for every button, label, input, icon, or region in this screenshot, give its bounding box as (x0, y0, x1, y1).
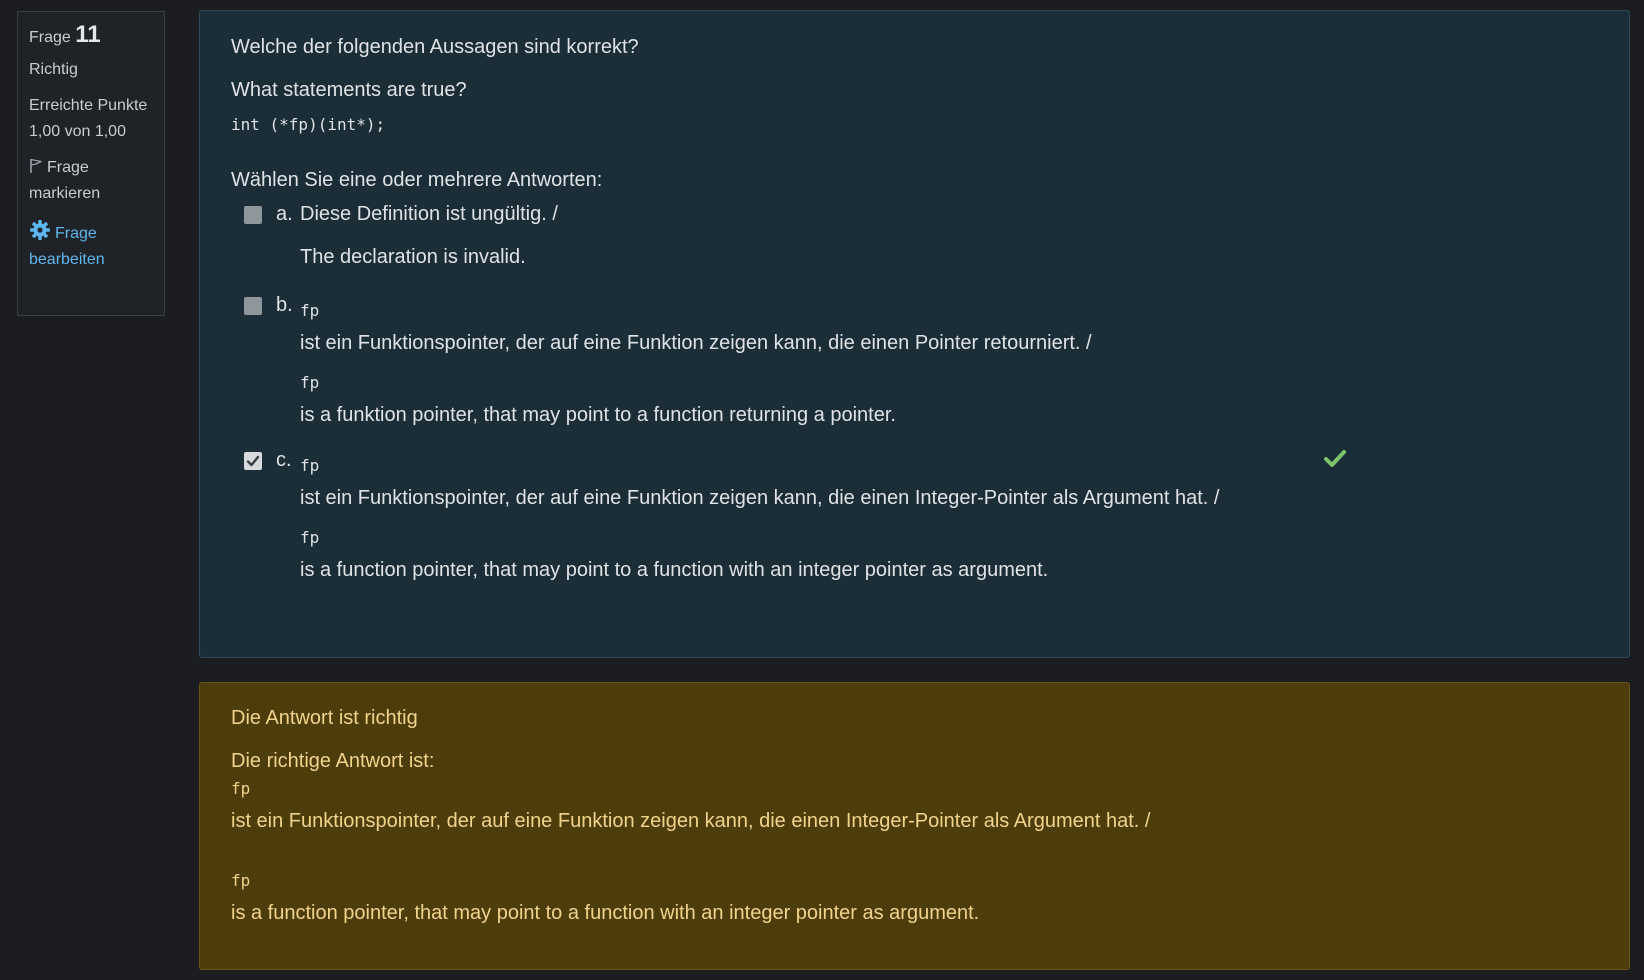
flag-icon (29, 157, 43, 173)
answer-a-text-de: Diese Definition ist ungültig. / (300, 203, 558, 225)
answer-c-checkbox[interactable] (244, 452, 262, 470)
question-content: Welche der folgenden Aussagen sind korre… (199, 10, 1630, 658)
correct-check-icon (1323, 446, 1347, 470)
answer-letter: a. (276, 203, 293, 225)
flag-question-link[interactable]: Frage markieren (29, 155, 153, 207)
right-answer-code-en: fp (231, 871, 251, 890)
right-answer-code-de: fp (231, 779, 251, 798)
answer-option-c: c. fp ist ein Funktionspointer, der auf … (231, 446, 1598, 584)
answer-a-checkbox[interactable] (244, 206, 262, 224)
answer-option-a: a. Diese Definition ist ungültig. / The … (231, 200, 1598, 271)
checkbox-icon (246, 455, 260, 467)
right-answer-text-de: ist ein Funktionspointer, der auf eine F… (231, 810, 1151, 832)
answer-b-code-de: fp (300, 301, 320, 320)
answer-b-text-de: ist ein Funktionspointer, der auf eine F… (300, 332, 1092, 354)
answer-c-code-de: fp (300, 456, 320, 475)
answer-c-code-en: fp (300, 528, 320, 547)
answer-b-code-en: fp (300, 373, 320, 392)
answer-letter: b. (276, 294, 293, 316)
question-label: Frage (29, 29, 71, 46)
answer-prompt: Wählen Sie eine oder mehrere Antworten: (231, 169, 603, 191)
question-state: Richtig (29, 61, 78, 78)
answer-c-body: fp ist ein Funktionspointer, der auf ein… (300, 446, 1219, 584)
feedback-box: Die Antwort ist richtig Die richtige Ant… (199, 682, 1630, 970)
question-text-de: Welche der folgenden Aussagen sind korre… (231, 36, 639, 58)
right-answer-text-en: is a function pointer, that may point to… (231, 902, 980, 924)
answer-a-body: Diese Definition ist ungültig. / The dec… (300, 200, 558, 271)
question-text-en: What statements are true? (231, 79, 467, 101)
answer-b-body: fp ist ein Funktionspointer, der auf ein… (300, 291, 1092, 429)
gear-icon (29, 219, 51, 241)
answer-option-b: b. fp ist ein Funktionspointer, der auf … (231, 291, 1598, 429)
right-answer-label: Die richtige Antwort ist: (231, 750, 435, 772)
question-code: int (*fp)(int*); (231, 115, 386, 134)
question-grade: Erreichte Punkte 1,00 von 1,00 (29, 97, 148, 140)
question-number-value: 11 (75, 21, 101, 48)
answer-letter: c. (276, 449, 292, 471)
answer-c-text-de: ist ein Funktionspointer, der auf eine F… (300, 487, 1220, 509)
answer-b-checkbox[interactable] (244, 297, 262, 315)
answer-c-text-en: is a function pointer, that may point to… (300, 559, 1049, 581)
answer-a-text-en: The declaration is invalid. (300, 246, 526, 268)
answer-b-text-en: is a funktion pointer, that may point to… (300, 404, 896, 426)
edit-question-link[interactable]: Frage bearbeiten (29, 219, 153, 273)
question-number: Frage 11 (29, 22, 153, 51)
feedback-state: Die Antwort ist richtig (231, 707, 418, 729)
question-info-panel: Frage 11 Richtig Erreichte Punkte 1,00 v… (17, 11, 165, 316)
